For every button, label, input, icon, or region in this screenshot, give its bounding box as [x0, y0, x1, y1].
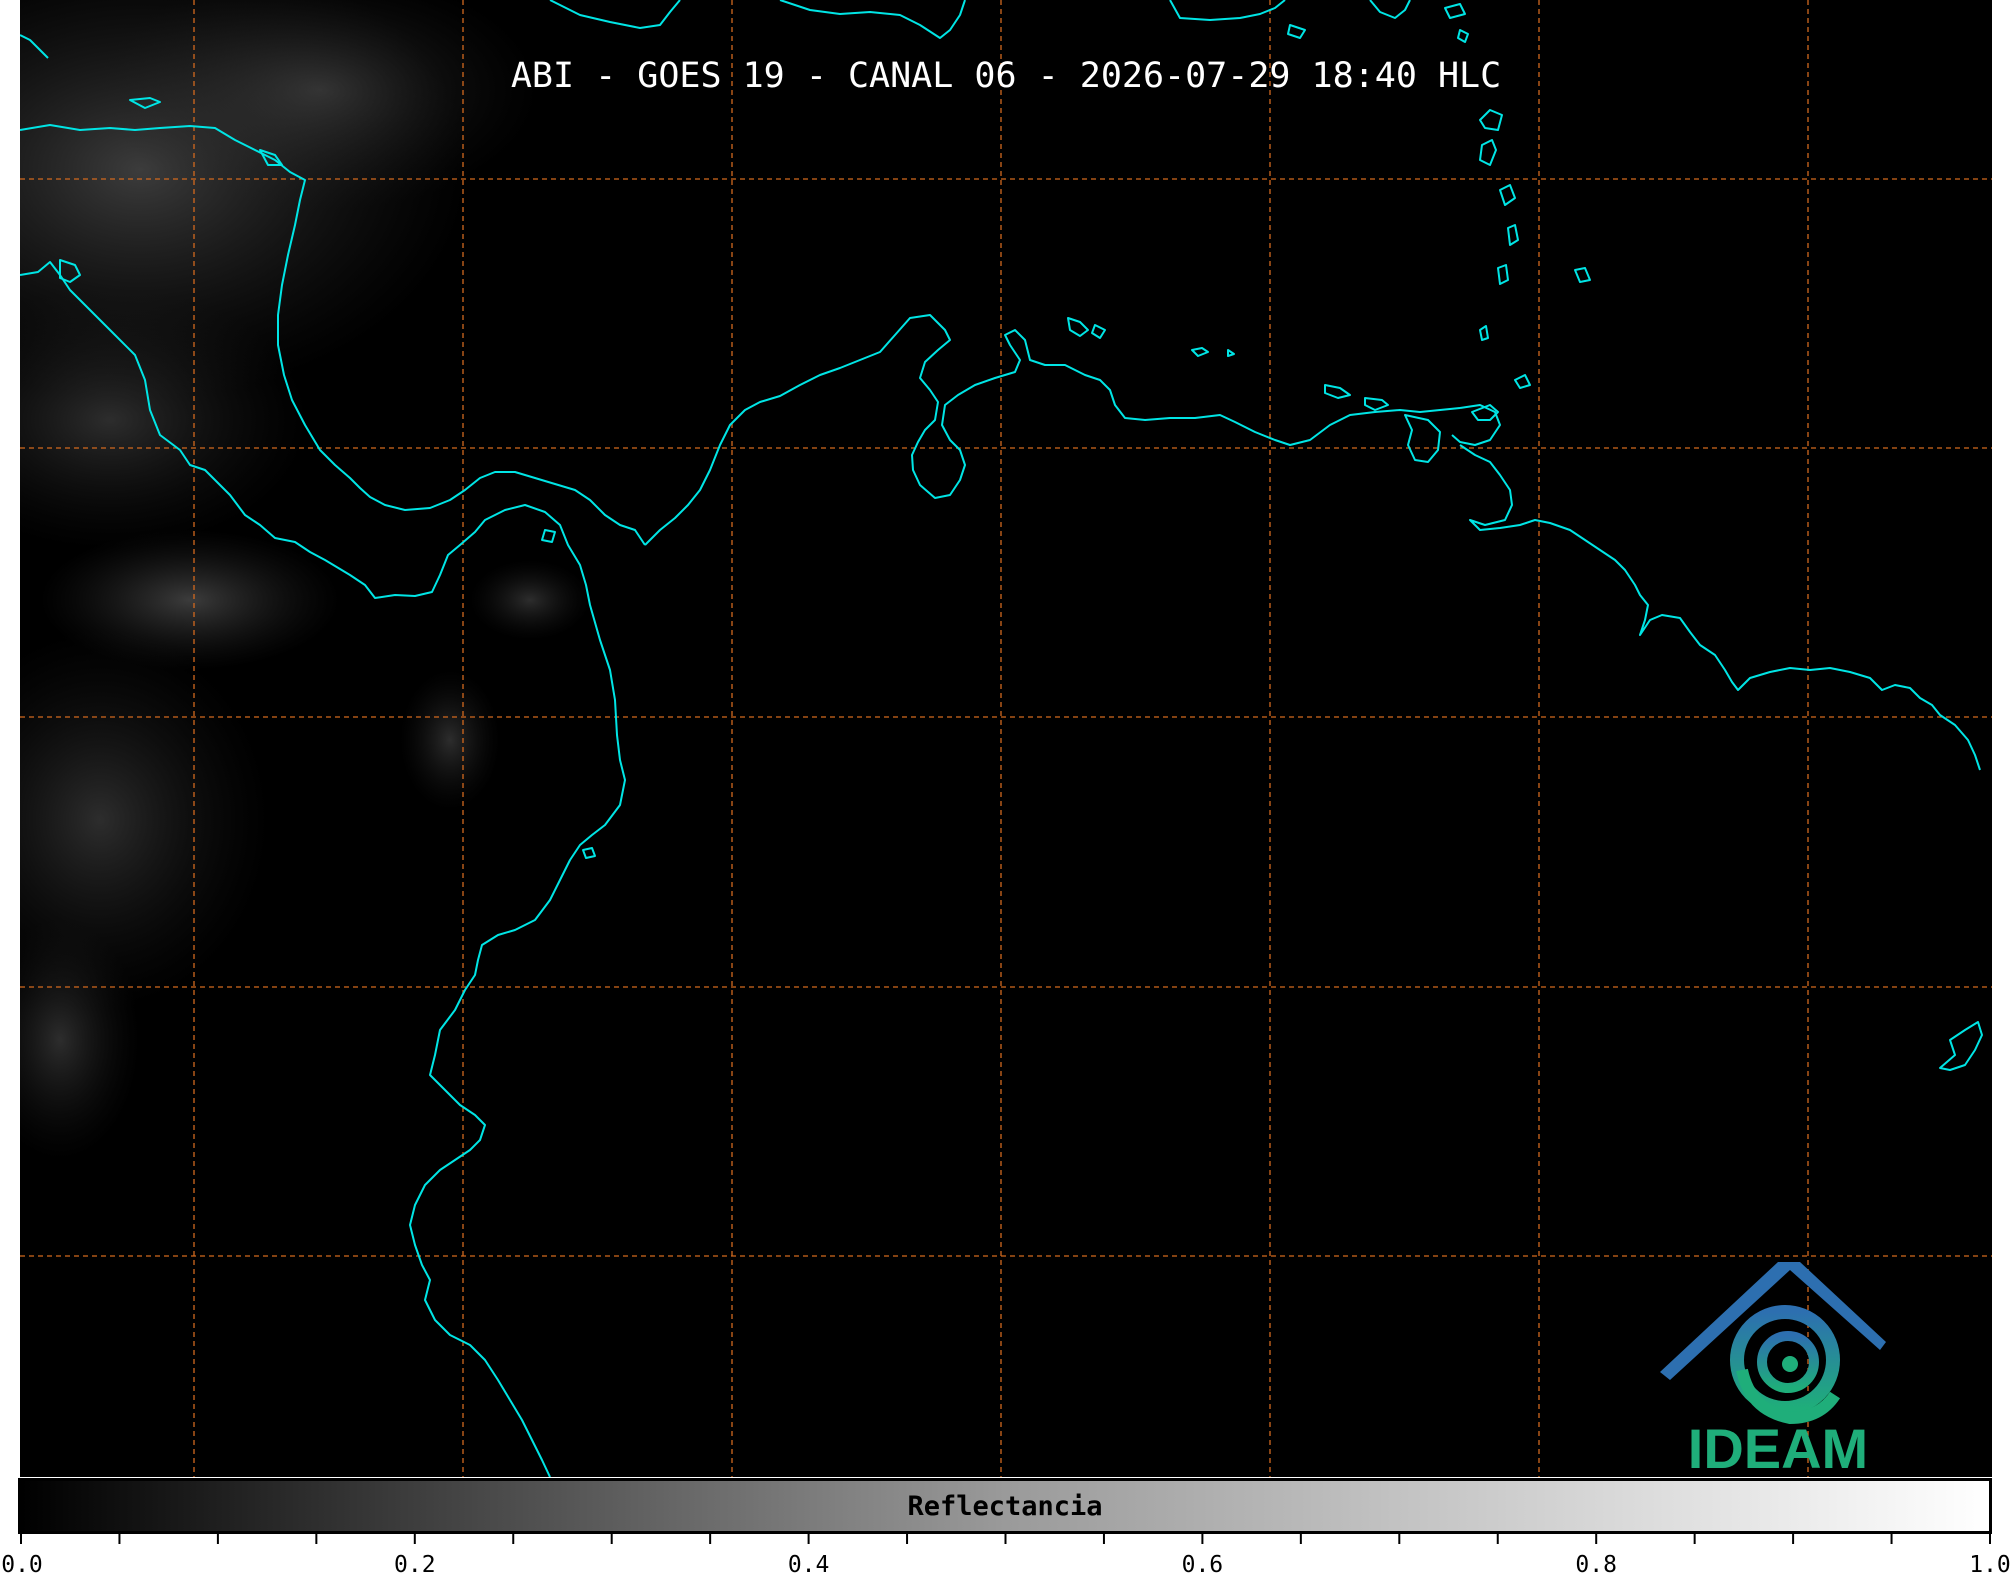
- ideam-logo: IDEAM: [1660, 1262, 1886, 1477]
- satellite-map: IDEAM ABI - GOES 19 - CANAL 06 - 2026-07…: [20, 0, 1992, 1477]
- colorbar-tick-label: 1.0: [1969, 1552, 2011, 1578]
- map-canvas: IDEAM: [20, 0, 1992, 1477]
- colorbar-tick-label: 0.0: [1, 1552, 43, 1578]
- colorbar-tick-label: 0.2: [394, 1552, 436, 1578]
- colorbar: Reflectancia: [18, 1478, 1992, 1534]
- colorbar-tick-marks: [20, 1534, 1991, 1544]
- logo-spiral-core: [1782, 1356, 1798, 1372]
- logo-wordmark: IDEAM: [1688, 1417, 1868, 1477]
- colorbar-tick-label: 0.4: [787, 1552, 830, 1578]
- colorbar-tick-label: 0.8: [1575, 1552, 1617, 1578]
- map-title: ABI - GOES 19 - CANAL 06 - 2026-07-29 18…: [510, 56, 1502, 96]
- colorbar-tick-label: 0.6: [1181, 1552, 1224, 1578]
- cloud-haze-layer: [20, 0, 590, 1160]
- colorbar-label: Reflectancia: [907, 1490, 1103, 1522]
- logo-roof-shape: [1660, 1262, 1886, 1380]
